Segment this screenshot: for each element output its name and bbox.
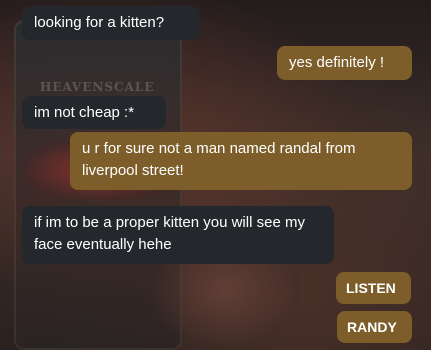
message-bubble-outgoing: LISTEN xyxy=(336,272,411,304)
message-bubble-outgoing: yes definitely ! xyxy=(277,46,412,80)
message-bubble-outgoing: u r for sure not a man named randal from… xyxy=(70,132,412,190)
message-bubble-incoming: if im to be a proper kitten you will see… xyxy=(22,206,334,264)
message-bubble-outgoing: RANDY xyxy=(337,311,412,343)
message-bubble-incoming: im not cheap :* xyxy=(22,96,166,129)
message-bubble-incoming: looking for a kitten? xyxy=(22,6,200,40)
background-card-label: HEAVENSCALE xyxy=(40,80,155,94)
